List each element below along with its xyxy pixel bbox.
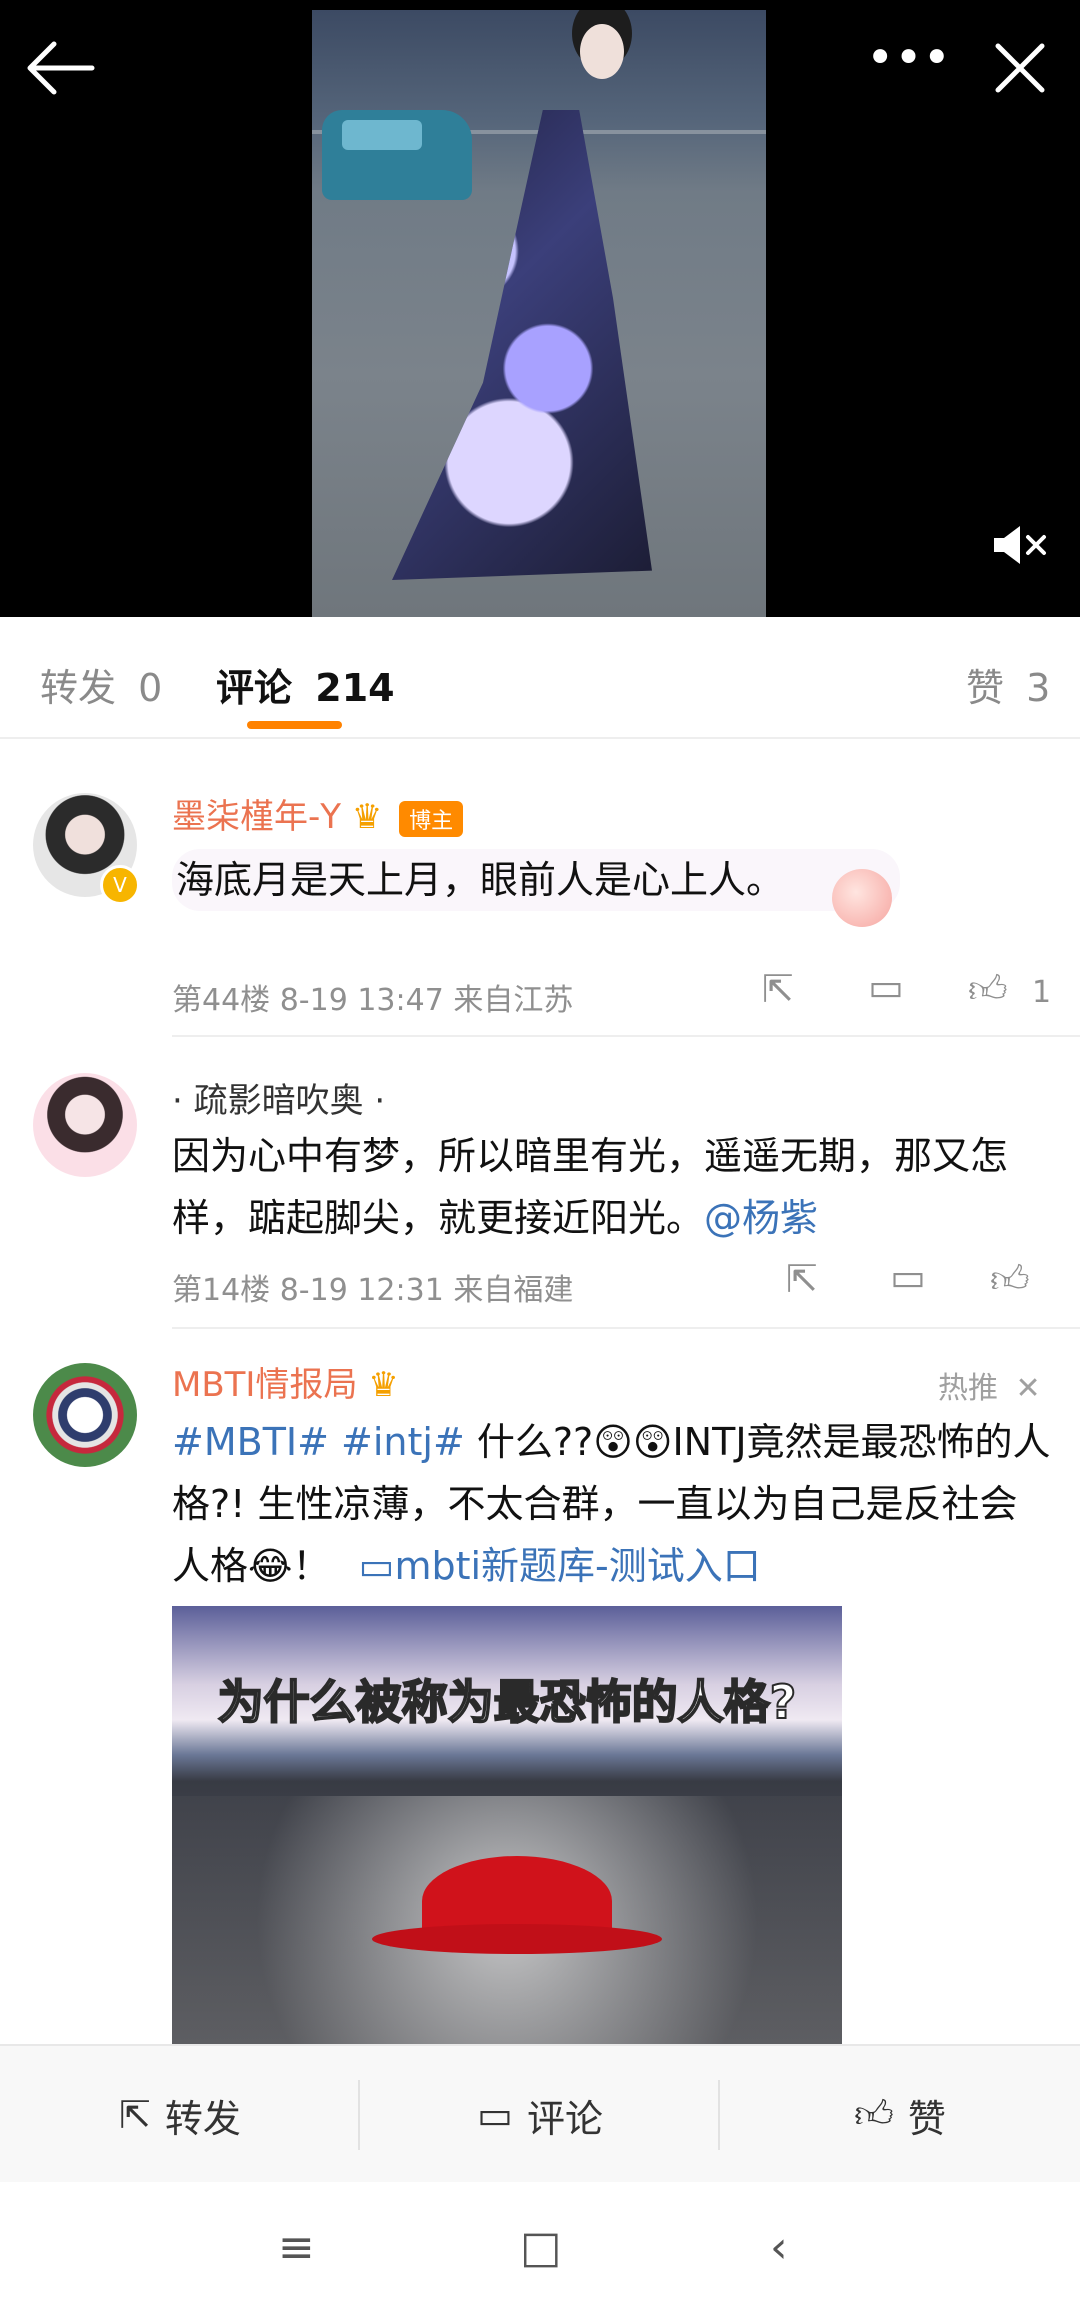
promoted-post: MBTI情报局 ♛ 热推 ✕ #MBTI# #intj# 什么??😲😲INTJ竟… — [0, 1327, 1080, 2044]
link-label: mbti新题库-测试入口 — [394, 1544, 761, 1588]
post-text-part: ！ — [292, 1544, 331, 1588]
comment-author[interactable]: · 疏影暗吹奥 · — [172, 1073, 385, 1122]
tab-comments[interactable]: 评论 214 — [216, 657, 395, 712]
like-count: 1 — [1032, 975, 1052, 1010]
post-video-thumbnail[interactable]: 为什么被称为最恐怖的人格? — [172, 1606, 842, 2044]
home-icon[interactable]: □ — [520, 2222, 562, 2273]
author-badge: 博主 — [399, 800, 464, 837]
like-icon: 👍︎ — [854, 2092, 894, 2136]
avatar[interactable] — [33, 1073, 137, 1177]
like-icon[interactable]: 👍︎ — [968, 967, 1008, 1013]
comment-item: V 墨柒槿年-Y ♛ 博主 海底月是天上月，眼前人是心上人。 第44楼 8-19… — [0, 737, 1080, 1037]
post-text-part: 什么?? — [464, 1420, 594, 1464]
avatar[interactable] — [33, 1363, 137, 1467]
person-head — [580, 24, 624, 79]
comment-text-content: 海底月是天上月，眼前人是心上人。 — [176, 858, 785, 902]
comment-author[interactable]: 墨柒槿年-Y ♛ 博主 — [172, 789, 464, 838]
share-icon[interactable]: ⇱ — [786, 1257, 818, 1301]
tab-repost-label: 转发 — [40, 666, 117, 710]
like-label: 赞 — [907, 2096, 946, 2141]
comment-button[interactable]: ▭ 评论 — [360, 2046, 720, 2184]
comment-text: 海底月是天上月，眼前人是心上人。 — [172, 849, 900, 911]
share-icon: ⇱ — [119, 2093, 151, 2137]
tab-bar: 转发 0 评论 214 赞 3 — [0, 617, 1080, 739]
action-toolbar: ⇱ 转发 ▭ 评论 👍︎ 赞 — [0, 2044, 1080, 2184]
video-frame — [312, 10, 766, 617]
external-link[interactable]: ▭mbti新题库-测试入口 — [359, 1544, 761, 1588]
comment-text: 因为心中有梦，所以暗里有光，遥遥无期，那又怎样，踮起脚尖，就更接近阳光。@杨紫 — [172, 1125, 1052, 1249]
crown-icon: ♛ — [351, 797, 383, 837]
tab-likes-count: 3 — [1026, 666, 1051, 710]
post-text: #MBTI# #intj# 什么??😲😲INTJ竟然是最恐怖的人格?! 生性凉薄… — [172, 1411, 1052, 1597]
share-icon[interactable]: ⇱ — [762, 967, 794, 1011]
hashtag-link[interactable]: #MBTI# #intj# — [172, 1420, 465, 1464]
video-player[interactable]: ••• — [0, 0, 1080, 617]
laugh-emoji-icon: 😂 — [248, 1544, 293, 1588]
promoted-tag: 热推 ✕ — [938, 1363, 1041, 1407]
tab-repost-count: 0 — [138, 666, 163, 710]
crown-icon: ♛ — [368, 1365, 399, 1405]
active-tab-indicator — [247, 721, 342, 729]
reply-icon[interactable]: ▭ — [868, 965, 904, 1009]
comment-item: · 疏影暗吹奥 · 因为心中有梦，所以暗里有光，遥遥无期，那又怎样，踮起脚尖，就… — [0, 1037, 1080, 1329]
comment-label: 评论 — [526, 2096, 603, 2141]
comment-author[interactable]: MBTI情报局 ♛ — [172, 1357, 399, 1406]
mute-icon[interactable] — [990, 522, 1048, 568]
close-icon[interactable] — [994, 42, 1046, 94]
like-button[interactable]: 👍︎ 赞 — [720, 2046, 1080, 2184]
reply-icon[interactable]: ▭ — [890, 1255, 926, 1299]
comment-icon: ▭ — [477, 2093, 513, 2137]
like-icon[interactable]: 👍︎ — [990, 1257, 1030, 1303]
red-hat-brim — [372, 1924, 662, 1954]
promoted-tag-label: 热推 — [938, 1371, 998, 1406]
tab-likes-label: 赞 — [966, 666, 1005, 710]
link-icon: ▭ — [358, 1544, 395, 1588]
peach-sticker-icon — [832, 869, 892, 927]
tab-comments-label: 评论 — [216, 666, 293, 710]
comment-meta: 第44楼 8-19 13:47 来自江苏 — [172, 983, 574, 1018]
mention-link[interactable]: @杨紫 — [704, 1196, 818, 1240]
shocked-emoji-icon: 😲😲 — [593, 1420, 673, 1464]
comment-text-content: 因为心中有梦，所以暗里有光，遥遥无期，那又怎样，踮起脚尖，就更接近阳光。 — [172, 1134, 1009, 1240]
comment-meta: 第14楼 8-19 12:31 来自福建 — [172, 1273, 574, 1308]
tab-likes[interactable]: 赞 3 — [966, 657, 1050, 712]
tab-repost[interactable]: 转发 0 — [40, 657, 162, 712]
verified-badge-icon: V — [100, 865, 140, 905]
more-icon[interactable]: ••• — [866, 34, 951, 82]
tab-comments-count: 214 — [315, 666, 395, 710]
author-name: 墨柒槿年-Y — [172, 797, 342, 837]
system-nav-bar: ≡ □ ‹ — [0, 2182, 1080, 2313]
author-name: MBTI情报局 — [172, 1365, 358, 1405]
thumbnail-caption: 为什么被称为最恐怖的人格? — [217, 1674, 798, 1730]
menu-icon[interactable]: ≡ — [278, 2222, 315, 2273]
repost-button[interactable]: ⇱ 转发 — [0, 2046, 360, 2184]
arrow-left-icon[interactable] — [26, 38, 96, 98]
repost-label: 转发 — [164, 2096, 241, 2141]
dismiss-icon[interactable]: ✕ — [1016, 1371, 1041, 1406]
car-image — [322, 110, 472, 200]
back-icon[interactable]: ‹ — [770, 2222, 788, 2273]
